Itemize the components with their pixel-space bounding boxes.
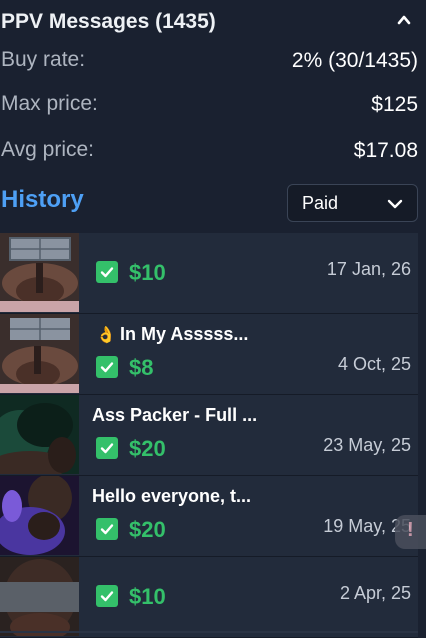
chevron-down-icon xyxy=(387,199,403,209)
item-price: $20 xyxy=(129,436,166,461)
item-price: $20 xyxy=(129,517,166,542)
item-date: 17 Jan, 26 xyxy=(326,259,411,279)
thumbnail[interactable] xyxy=(0,476,79,555)
checkbox-checked-icon xyxy=(96,518,118,540)
alert-side-button[interactable]: ! xyxy=(395,515,426,549)
item-date: 23 May, 25 xyxy=(323,435,411,455)
stat-label: Buy rate: xyxy=(1,48,86,71)
checkbox-checked-icon xyxy=(96,585,118,607)
checkbox-checked-icon xyxy=(96,261,118,283)
list-item[interactable]: $10 2 Apr, 25 xyxy=(0,557,418,638)
list-item[interactable]: Ass Packer - Full ... $20 23 May, 25 xyxy=(0,395,418,476)
item-price: $10 xyxy=(129,584,166,609)
item-price: $10 xyxy=(129,260,166,285)
ok-hand-icon: 👌 xyxy=(96,327,116,344)
thumbnail[interactable] xyxy=(0,314,79,393)
chevron-up-icon[interactable] xyxy=(396,12,412,28)
thumbnail[interactable] xyxy=(0,557,79,636)
item-price: $8 xyxy=(129,355,154,380)
item-title: 👌 In My Asssss... xyxy=(96,324,248,345)
item-date: 4 Oct, 25 xyxy=(337,354,411,374)
thumbnail[interactable] xyxy=(0,233,79,312)
ppv-title: PPV Messages (1435) xyxy=(1,10,216,33)
stat-max-price: Max price: $125 xyxy=(0,92,426,122)
stat-value: $125 xyxy=(371,93,418,116)
stat-value: 2% (30/1435) xyxy=(291,49,418,72)
divider xyxy=(0,631,418,633)
checkbox-checked-icon xyxy=(96,356,118,378)
stat-buy-rate: Buy rate: 2% (30/1435) xyxy=(0,48,426,78)
checkbox-checked-icon xyxy=(96,437,118,459)
list-item[interactable]: 👌 In My Asssss... $8 4 Oct, 25 xyxy=(0,314,418,395)
stat-value: $17.08 xyxy=(353,139,418,162)
item-title-text: In My Asssss... xyxy=(120,324,249,344)
stat-label: Avg price: xyxy=(1,138,94,161)
stat-avg-price: Avg price: $17.08 xyxy=(0,138,426,168)
thumbnail[interactable] xyxy=(0,395,79,474)
item-date: 2 Apr, 25 xyxy=(339,583,411,603)
history-filter-select[interactable]: Paid xyxy=(287,184,418,222)
alert-icon: ! xyxy=(407,519,414,541)
history-title: History xyxy=(1,186,84,213)
ppv-header[interactable]: PPV Messages (1435) xyxy=(0,0,426,44)
item-title: Ass Packer - Full ... xyxy=(92,405,258,425)
list-item[interactable]: Hello everyone, t... $20 19 May, 25 xyxy=(0,476,418,557)
history-list: $10 17 Jan, 26 👌 In My Asssss... $8 4 Oct… xyxy=(0,233,418,638)
filter-selected-value: Paid xyxy=(302,193,339,213)
list-item[interactable]: $10 17 Jan, 26 xyxy=(0,233,418,314)
stat-label: Max price: xyxy=(1,92,98,115)
item-title: Hello everyone, t... xyxy=(92,486,252,506)
